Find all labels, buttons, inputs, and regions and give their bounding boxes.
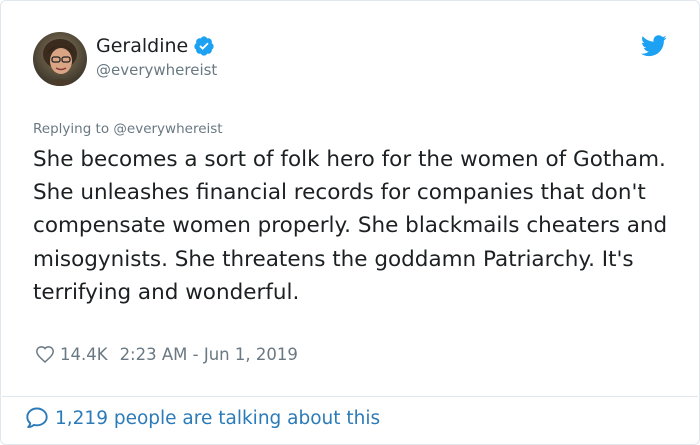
verified-badge-icon [193,35,215,57]
divider [2,396,698,397]
tweet-meta: 14.4K 2:23 AM - Jun 1, 2019 [35,344,298,364]
conversation-count-label[interactable]: 1,219 people are talking about this [55,408,380,429]
tweet-card: Geraldine @everywhereist Replying to @ev… [0,0,700,445]
twitter-bird-icon[interactable] [641,35,667,57]
tweet-header: Geraldine @everywhereist [33,31,667,91]
author-handle[interactable]: @everywhereist [96,60,217,80]
author-display-name[interactable]: Geraldine [96,34,188,58]
avatar[interactable] [33,32,87,86]
speech-bubble-icon [25,406,49,430]
author-names: Geraldine @everywhereist [96,34,217,80]
tweet-text: She becomes a sort of folk hero for the … [33,147,668,305]
author-display-name-row[interactable]: Geraldine [96,34,217,58]
replying-to-label[interactable]: Replying to @everywhereist [33,121,223,137]
like-count[interactable]: 14.4K [60,345,108,364]
tweet-timestamp[interactable]: 2:23 AM - Jun 1, 2019 [120,345,298,364]
conversation-link[interactable]: 1,219 people are talking about this [25,406,380,430]
heart-icon[interactable] [35,344,55,364]
